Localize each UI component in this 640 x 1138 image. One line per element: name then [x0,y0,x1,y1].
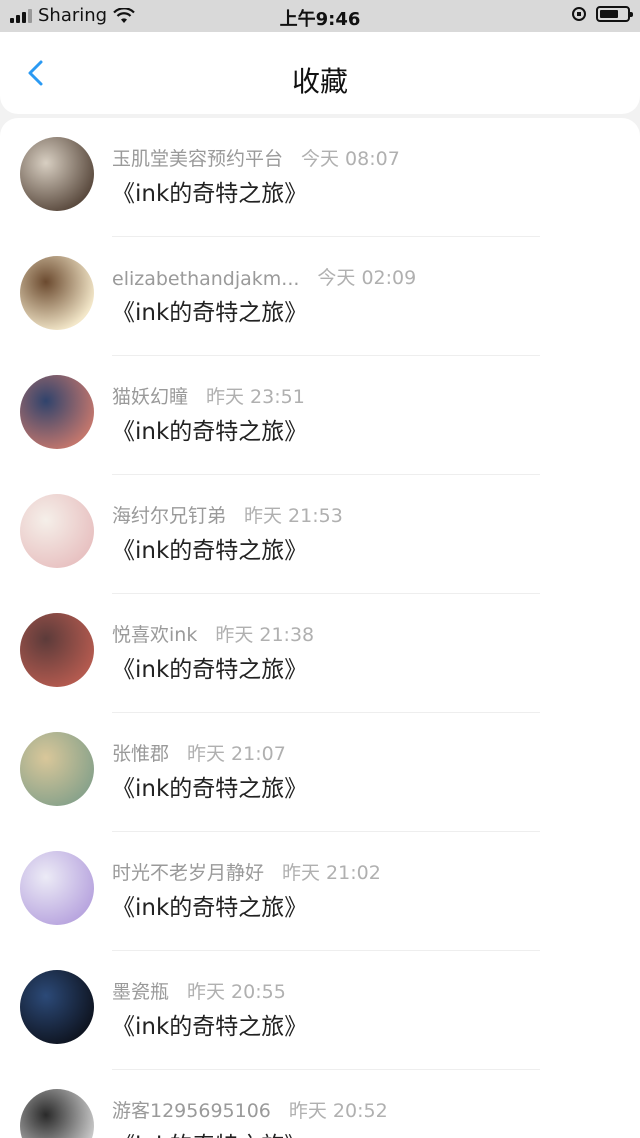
list-item[interactable]: 张惟郡 昨天 21:07 《ink的奇特之旅》 [0,713,640,832]
item-meta: 张惟郡 昨天 21:07 [112,739,286,766]
timestamp: 昨天 21:02 [282,862,381,884]
battery-level [600,10,619,18]
avatar[interactable] [20,851,94,925]
item-meta: 海纣尔兄钉弟 昨天 21:53 [112,501,343,528]
avatar[interactable] [20,375,94,449]
status-time: 上午9:46 [279,9,361,30]
favorites-list: 玉肌堂美容预约平台 今天 08:07 《ink的奇特之旅》 elizabethandj… [0,118,640,1138]
user-name[interactable]: 游客1295695106 [112,1096,271,1123]
user-name[interactable]: 张惟郡 [112,739,169,766]
story-title[interactable]: 《ink的奇特之旅》 [112,769,307,803]
item-meta: 时光不老岁月静好 昨天 21:02 [112,858,381,885]
avatar[interactable] [20,970,94,1044]
item-meta: 猫妖幻瞳 昨天 23:51 [112,382,305,409]
avatar[interactable] [20,256,94,330]
list-item[interactable]: 墨瓷瓶 昨天 20:55 《ink的奇特之旅》 [0,951,640,1070]
list-item[interactable]: 猫妖幻瞳 昨天 23:51 《ink的奇特之旅》 [0,356,640,475]
list-item[interactable]: 悦喜欢ink 昨天 21:38 《ink的奇特之旅》 [0,594,640,713]
user-name[interactable]: 猫妖幻瞳 [112,382,188,409]
list-item[interactable]: 时光不老岁月静好 昨天 21:02 《ink的奇特之旅》 [0,832,640,951]
list-item[interactable]: 游客1295695106 昨天 20:52 《ink的奇特之旅》 [0,1070,640,1138]
story-title[interactable]: 《ink的奇特之旅》 [112,650,307,684]
avatar[interactable] [20,613,94,687]
avatar[interactable] [20,494,94,568]
item-meta: 游客1295695106 昨天 20:52 [112,1096,388,1123]
avatar[interactable] [20,1089,94,1138]
story-title[interactable]: 《ink的奇特之旅》 [112,531,307,565]
user-name[interactable]: 墨瓷瓶 [112,977,169,1004]
user-name[interactable]: 时光不老岁月静好 [112,858,264,885]
timestamp: 昨天 23:51 [206,386,305,408]
navigation-bar: 收藏 [0,32,640,114]
list-item[interactable]: 玉肌堂美容预约平台 今天 08:07 《ink的奇特之旅》 [0,118,640,237]
timestamp: 昨天 21:38 [215,624,315,646]
timestamp: 昨天 20:52 [288,1100,388,1122]
story-title[interactable]: 《ink的奇特之旅》 [112,412,307,446]
timestamp: 今天 08:07 [301,148,400,170]
user-name[interactable]: 悦喜欢ink [112,620,197,647]
user-name[interactable]: elizabethandjakm... [112,268,299,290]
user-name[interactable]: 海纣尔兄钉弟 [112,501,226,528]
user-name[interactable]: 玉肌堂美容预约平台 [112,144,283,171]
rotation-lock-icon [572,7,586,21]
timestamp: 昨天 21:07 [187,743,286,765]
list-item[interactable]: elizabethandjakm... 今天 02:09 《ink的奇特之旅》 [0,237,640,356]
status-bar: Sharing 上午9:46 [0,0,640,32]
timestamp: 今天 02:09 [317,267,417,289]
item-meta: elizabethandjakm... 今天 02:09 [112,263,416,290]
list-item[interactable]: 海纣尔兄钉弟 昨天 21:53 《ink的奇特之旅》 [0,475,640,594]
story-title[interactable]: 《ink的奇特之旅》 [112,1126,307,1138]
item-meta: 墨瓷瓶 昨天 20:55 [112,977,286,1004]
story-title[interactable]: 《ink的奇特之旅》 [112,293,307,327]
page-title: 收藏 [291,65,348,98]
story-title[interactable]: 《ink的奇特之旅》 [112,1007,307,1041]
timestamp: 昨天 20:55 [187,981,286,1003]
avatar[interactable] [20,137,94,211]
story-title[interactable]: 《ink的奇特之旅》 [112,888,307,922]
timestamp: 昨天 21:53 [244,505,343,527]
item-meta: 玉肌堂美容预约平台 今天 08:07 [112,144,400,171]
battery-icon [596,6,633,22]
item-meta: 悦喜欢ink 昨天 21:38 [112,620,314,647]
status-right [572,6,633,22]
story-title[interactable]: 《ink的奇特之旅》 [112,174,307,208]
avatar[interactable] [20,732,94,806]
